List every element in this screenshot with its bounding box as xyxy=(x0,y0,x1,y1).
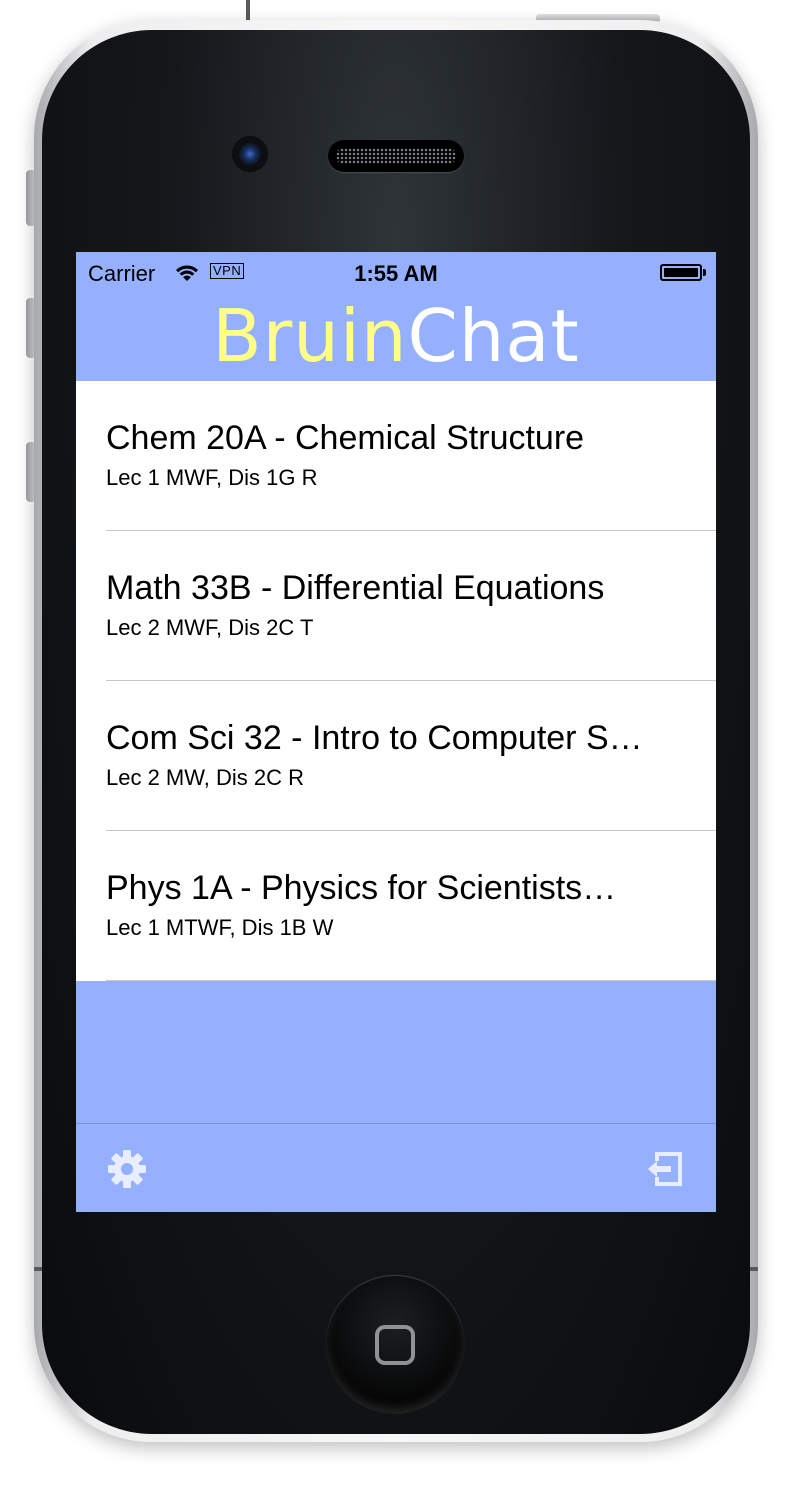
course-list: Chem 20A - Chemical Structure Lec 1 MWF,… xyxy=(76,381,716,981)
course-schedule: Lec 2 MWF, Dis 2C T xyxy=(106,615,314,640)
status-time: 1:55 AM xyxy=(354,261,438,286)
front-camera xyxy=(232,136,268,172)
earpiece-speaker xyxy=(328,140,464,172)
course-row-chem-20a[interactable]: Chem 20A - Chemical Structure Lec 1 MWF,… xyxy=(76,381,716,531)
app-title-chat: Chat xyxy=(407,294,580,378)
course-row-phys-1a[interactable]: Phys 1A - Physics for Scientists… Lec 1 … xyxy=(76,831,716,981)
course-row-com-sci-32[interactable]: Com Sci 32 - Intro to Computer S… Lec 2 … xyxy=(76,681,716,831)
logout-icon[interactable] xyxy=(644,1148,686,1190)
course-title: Phys 1A - Physics for Scientists… xyxy=(106,869,617,907)
course-title: Math 33B - Differential Equations xyxy=(106,569,605,607)
course-schedule: Lec 2 MW, Dis 2C R xyxy=(106,765,305,790)
course-title: Chem 20A - Chemical Structure xyxy=(106,419,585,457)
app-title: BruinChat xyxy=(76,290,716,382)
course-schedule: Lec 1 MTWF, Dis 1B W xyxy=(106,915,334,940)
course-title: Com Sci 32 - Intro to Computer S… xyxy=(106,719,643,757)
bottom-toolbar xyxy=(76,1123,716,1212)
gear-icon[interactable] xyxy=(106,1148,148,1190)
home-button[interactable] xyxy=(326,1276,464,1414)
course-row-math-33b[interactable]: Math 33B - Differential Equations Lec 2 … xyxy=(76,531,716,681)
status-bar: Carrier VPN 1:55 AM xyxy=(76,252,716,292)
device-mockup: Carrier VPN 1:55 AM BruinChat Chem 20A -… xyxy=(0,0,792,1488)
speaker-mesh xyxy=(336,148,456,164)
app-screen: Carrier VPN 1:55 AM BruinChat Chem 20A -… xyxy=(76,252,716,1212)
course-schedule: Lec 1 MWF, Dis 1G R xyxy=(106,465,318,490)
battery-full-icon xyxy=(660,264,706,281)
home-square-icon xyxy=(375,1325,415,1365)
app-title-bruin: Bruin xyxy=(212,294,408,378)
